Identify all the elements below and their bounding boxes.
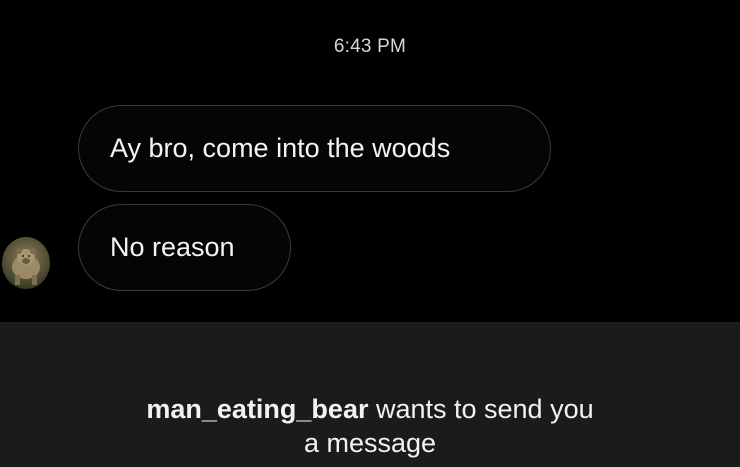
bear-avatar-graphic [12,248,40,285]
chat-thread: 6:43 PM Ay bro, come into the woods No r… [0,0,740,322]
message-request-banner: man_eating_bear wants to send you a mess… [0,322,740,467]
message-text: No reason [110,232,235,262]
request-text-line1: wants to send you [368,394,594,424]
message-bubble[interactable]: No reason [78,204,291,291]
message-bubble[interactable]: Ay bro, come into the woods [78,105,551,192]
request-username[interactable]: man_eating_bear [146,394,368,424]
request-text-line2: a message [303,428,437,458]
bear-avatar-icon[interactable] [2,237,50,289]
message-text: Ay bro, come into the woods [110,133,451,163]
message-request-text: man_eating_bear wants to send you a mess… [0,392,740,460]
message-timestamp: 6:43 PM [333,36,407,57]
